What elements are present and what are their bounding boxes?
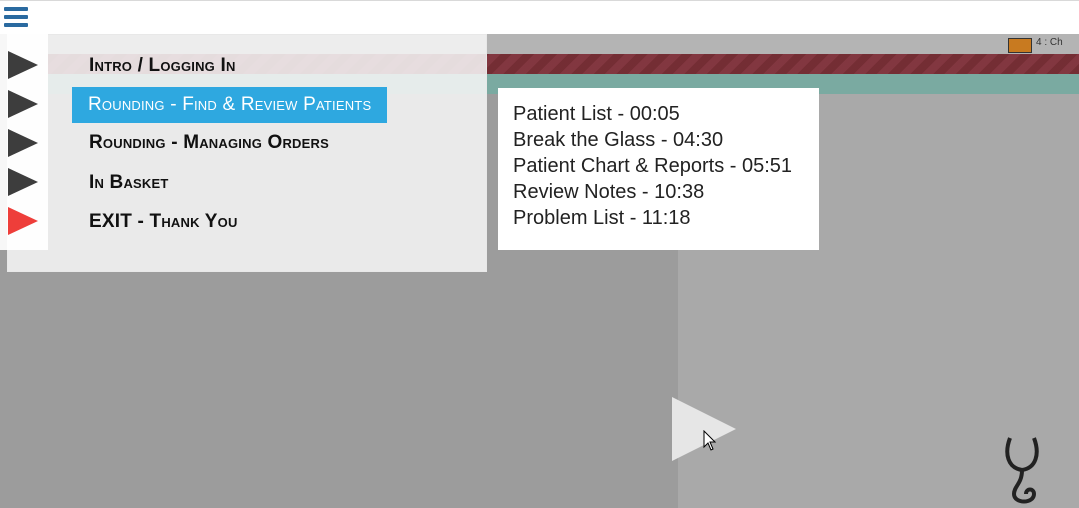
hamburger-menu-icon[interactable] xyxy=(4,7,28,29)
play-arrow-icon[interactable] xyxy=(8,207,38,235)
menu-item-exit[interactable]: EXIT - Thank You xyxy=(89,211,238,233)
stethoscope-icon xyxy=(1005,437,1039,504)
chapter-item[interactable]: Break the Glass - 04:30 xyxy=(513,129,723,152)
chapter-item[interactable]: Patient Chart & Reports - 05:51 xyxy=(513,155,792,178)
play-arrow-icon[interactable] xyxy=(8,168,38,196)
mouse-cursor-icon xyxy=(703,430,717,451)
menu-arrow-column xyxy=(0,34,48,250)
menu-item-rounding-find-review[interactable]: Rounding - Find & Review Patients xyxy=(72,87,388,123)
video-badge-text: 4 : Ch xyxy=(1036,37,1063,48)
chapter-item[interactable]: Problem List - 11:18 xyxy=(513,207,691,230)
chapter-item[interactable]: Patient List - 00:05 xyxy=(513,103,680,126)
play-arrow-icon[interactable] xyxy=(8,90,38,118)
menu-item-intro[interactable]: Intro / Logging In xyxy=(89,55,236,77)
top-bar xyxy=(0,0,1079,35)
menu-item-in-basket[interactable]: In Basket xyxy=(89,172,169,194)
chapter-item[interactable]: Review Notes - 10:38 xyxy=(513,181,704,204)
play-arrow-icon[interactable] xyxy=(8,51,38,79)
chapter-list-popup: Patient List - 00:05 Break the Glass - 0… xyxy=(498,88,819,250)
play-arrow-icon[interactable] xyxy=(8,129,38,157)
menu-item-rounding-managing-orders[interactable]: Rounding - Managing Orders xyxy=(89,132,329,154)
video-badge xyxy=(1008,38,1032,53)
